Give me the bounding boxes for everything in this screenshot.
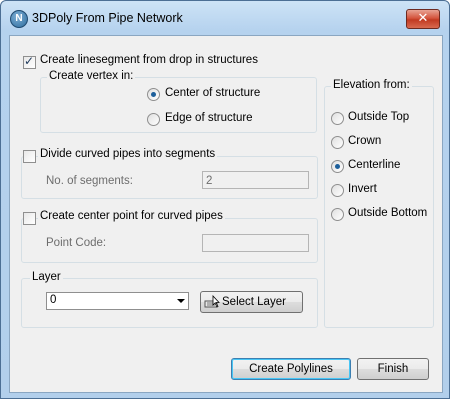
layer-dropdown[interactable]: 0 [46,292,189,310]
center-point-checkbox[interactable] [23,212,36,225]
divide-checkbox-label[interactable]: Divide curved pipes into segments [38,148,218,160]
radio-center-of-structure-label[interactable]: Center of structure [165,87,260,99]
select-layer-button-label: Select Layer [222,296,286,308]
vertex-group: Create vertex in: Center of structure Ed… [40,70,317,133]
window-title: 3DPoly From Pipe Network [32,11,183,25]
radio-invert[interactable] [331,184,344,197]
select-layer-icon [204,295,220,308]
radio-crown-label[interactable]: Crown [348,135,381,147]
title-bar[interactable]: N 3DPoly From Pipe Network ✕ [1,1,449,35]
radio-outside-bottom-label[interactable]: Outside Bottom [348,207,427,219]
point-code-input[interactable] [202,234,309,252]
layer-dropdown-value: 0 [50,294,57,306]
close-icon: ✕ [417,11,429,26]
radio-outside-top[interactable] [331,112,344,125]
dialog-body: Create linesegment from drop in structur… [9,35,443,393]
segments-input[interactable]: 2 [202,171,309,189]
linesegment-checkbox[interactable] [23,54,36,69]
radio-edge-of-structure-label[interactable]: Edge of structure [165,112,253,124]
center-point-checkbox-label[interactable]: Create center point for curved pipes [38,210,225,222]
chevron-down-icon [177,299,185,303]
linesegment-checkbox-label[interactable]: Create linesegment from drop in structur… [40,54,258,66]
radio-centerline-label[interactable]: Centerline [348,159,400,171]
select-layer-button[interactable]: Select Layer [200,291,303,313]
segments-label: No. of segments: [46,175,133,187]
elevation-group-title: Elevation from: [331,79,412,91]
divide-checkbox[interactable] [23,150,36,163]
dialog-window: N 3DPoly From Pipe Network ✕ Create line… [0,0,450,399]
elevation-group: Elevation from: Outside Top Crown Center… [324,79,434,328]
radio-invert-label[interactable]: Invert [348,183,377,195]
vertex-group-title: Create vertex in: [47,70,136,82]
radio-centerline[interactable] [331,160,344,173]
app-icon: N [10,10,28,28]
radio-outside-bottom[interactable] [331,208,344,221]
radio-crown[interactable] [331,136,344,149]
close-button[interactable]: ✕ [406,9,440,29]
finish-button[interactable]: Finish [357,358,429,380]
create-polylines-button[interactable]: Create Polylines [231,358,351,380]
layer-group-title: Layer [30,271,63,283]
point-code-label: Point Code: [46,237,107,249]
radio-outside-top-label[interactable]: Outside Top [348,111,409,123]
radio-center-of-structure[interactable] [147,88,160,101]
radio-edge-of-structure[interactable] [147,113,160,126]
